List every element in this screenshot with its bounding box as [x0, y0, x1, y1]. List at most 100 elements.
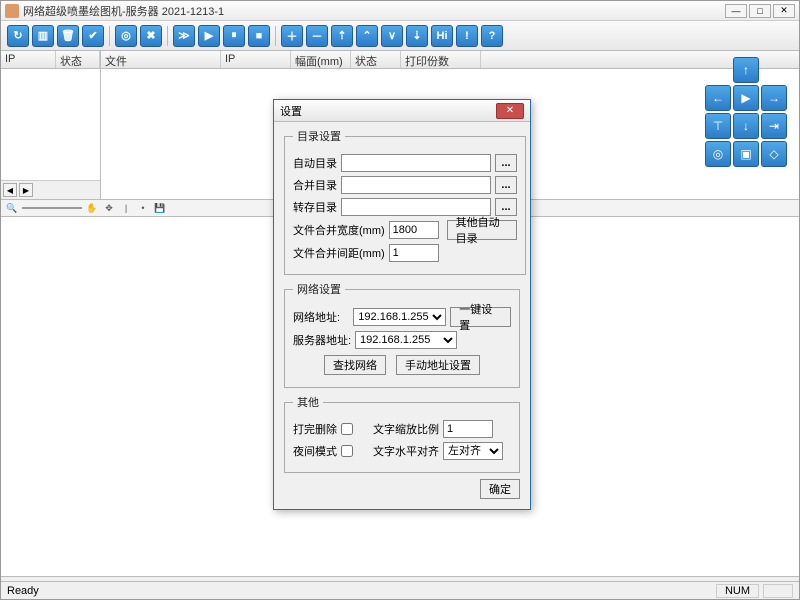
navpad-9[interactable]: ◎: [705, 141, 731, 167]
dot-icon[interactable]: •: [136, 201, 150, 215]
merge-folder-label: 合并目录: [293, 177, 337, 193]
left-mini-buttons: ◀ ▶: [1, 180, 100, 199]
close-button[interactable]: ✕: [773, 4, 795, 18]
manual-addr-button[interactable]: 手动地址设置: [396, 355, 480, 375]
auto-folder-input[interactable]: [341, 154, 491, 172]
status-bar: Ready NUM: [1, 581, 799, 599]
net-addr-label: 网络地址:: [293, 309, 349, 325]
navpad-1[interactable]: ↑: [733, 57, 759, 83]
toolbar-button-2-2[interactable]: ⏸: [223, 25, 245, 47]
night-mode-label: 夜间模式: [293, 443, 337, 459]
col-3[interactable]: 状态: [351, 51, 401, 68]
zoom-slider[interactable]: [22, 207, 82, 209]
other-settings-group: 其他 打完删除 文字缩放比例 夜间模式 文字水平对齐 左对齐: [284, 394, 520, 473]
other-auto-folder-button[interactable]: 其他自动目录: [447, 220, 517, 240]
other-legend: 其他: [293, 394, 323, 410]
dialog-close-button[interactable]: ✕: [496, 103, 524, 119]
toolbar-button-2-0[interactable]: ≫: [173, 25, 195, 47]
col-0[interactable]: 文件: [101, 51, 221, 68]
delete-after-checkbox[interactable]: [341, 423, 353, 435]
text-align-label: 文字水平对齐: [373, 443, 439, 459]
main-toolbar: ↻▥🗑✔ ◎✖ ≫▶⏸■ ＋－⇡⌃∨⇣Hi!?: [1, 21, 799, 51]
merge-gap-input[interactable]: [389, 244, 439, 262]
navigation-pad: ↑←▶→ ⊤↓⇥ ◎▣◇: [705, 57, 789, 167]
toolbar-button-2-1[interactable]: ▶: [198, 25, 220, 47]
right-table-header: 文件IP幅面(mm)状态打印份数: [101, 51, 799, 69]
left-table-body[interactable]: [1, 69, 100, 180]
toolbar-button-3-1[interactable]: －: [306, 25, 328, 47]
toolbar-button-1-0[interactable]: ◎: [115, 25, 137, 47]
zoom-out-icon[interactable]: 🔍: [5, 201, 19, 215]
status-num: NUM: [716, 584, 759, 598]
app-icon: [5, 4, 19, 18]
col-1[interactable]: IP: [221, 51, 291, 68]
minimize-button[interactable]: —: [725, 4, 747, 18]
toolbar-button-3-4[interactable]: ∨: [381, 25, 403, 47]
network-legend: 网络设置: [293, 281, 345, 297]
navpad-11[interactable]: ◇: [761, 141, 787, 167]
col-ip[interactable]: IP: [1, 51, 56, 68]
net-addr-select[interactable]: 192.168.1.255: [353, 308, 446, 326]
toolbar-button-3-5[interactable]: ⇣: [406, 25, 428, 47]
save-icon[interactable]: 💾: [153, 201, 167, 215]
left-panel: IP 状态 ◀ ▶: [1, 51, 101, 199]
text-scale-label: 文字缩放比例: [373, 421, 439, 437]
hand-icon[interactable]: ✋: [85, 201, 99, 215]
status-ready: Ready: [7, 585, 39, 597]
titlebar: 网络超级喷墨绘图机-服务器 2021-1213-1 — □ ✕: [1, 1, 799, 21]
toolbar-button-3-2[interactable]: ⇡: [331, 25, 353, 47]
status-empty: [763, 584, 793, 598]
text-align-select[interactable]: 左对齐: [443, 442, 503, 460]
col-4[interactable]: 打印份数: [401, 51, 481, 68]
find-network-button[interactable]: 查找网络: [324, 355, 386, 375]
merge-folder-browse[interactable]: ...: [495, 176, 517, 194]
mini-right-icon[interactable]: ▶: [19, 183, 33, 197]
navpad-2: [761, 57, 787, 83]
dialog-title: 设置: [280, 103, 496, 119]
toolbar-button-0-1[interactable]: ▥: [32, 25, 54, 47]
sep-icon: |: [119, 201, 133, 215]
toolbar-button-3-7[interactable]: !: [456, 25, 478, 47]
navpad-4[interactable]: ▶: [733, 85, 759, 111]
col-2[interactable]: 幅面(mm): [291, 51, 351, 68]
merge-gap-label: 文件合并间距(mm): [293, 245, 385, 261]
night-mode-checkbox[interactable]: [341, 445, 353, 457]
delete-after-label: 打完删除: [293, 421, 337, 437]
toolbar-button-0-2[interactable]: 🗑: [57, 25, 79, 47]
folder-settings-group: 目录设置 自动目录 ... 合并目录 ... 转存目录 ... 文件合并宽度(m…: [284, 128, 526, 275]
toolbar-button-3-8[interactable]: ?: [481, 25, 503, 47]
toolbar-button-3-0[interactable]: ＋: [281, 25, 303, 47]
navpad-7[interactable]: ↓: [733, 113, 759, 139]
text-scale-input[interactable]: [443, 420, 493, 438]
navpad-10[interactable]: ▣: [733, 141, 759, 167]
dialog-titlebar[interactable]: 设置 ✕: [274, 100, 530, 122]
toolbar-button-3-3[interactable]: ⌃: [356, 25, 378, 47]
navpad-0: [705, 57, 731, 83]
auto-folder-browse[interactable]: ...: [495, 154, 517, 172]
toolbar-button-1-1[interactable]: ✖: [140, 25, 162, 47]
ok-button[interactable]: 确定: [480, 479, 520, 499]
maximize-button[interactable]: □: [749, 4, 771, 18]
navpad-6[interactable]: ⊤: [705, 113, 731, 139]
merge-width-input[interactable]: [389, 221, 439, 239]
navpad-5[interactable]: →: [761, 85, 787, 111]
move-icon[interactable]: ✥: [102, 201, 116, 215]
server-addr-label: 服务器地址:: [293, 332, 351, 348]
col-status[interactable]: 状态: [56, 51, 100, 68]
toolbar-button-0-3[interactable]: ✔: [82, 25, 104, 47]
mini-left-icon[interactable]: ◀: [3, 183, 17, 197]
toolbar-button-3-6[interactable]: Hi: [431, 25, 453, 47]
toolbar-button-0-0[interactable]: ↻: [7, 25, 29, 47]
merge-width-label: 文件合并宽度(mm): [293, 222, 385, 238]
server-addr-select[interactable]: 192.168.1.255: [355, 331, 457, 349]
navpad-8[interactable]: ⇥: [761, 113, 787, 139]
settings-dialog: 设置 ✕ 目录设置 自动目录 ... 合并目录 ... 转存目录 ... 文件合…: [273, 99, 531, 510]
left-table-header: IP 状态: [1, 51, 100, 69]
save-folder-label: 转存目录: [293, 199, 337, 215]
folder-legend: 目录设置: [293, 128, 345, 144]
window-title: 网络超级喷墨绘图机-服务器 2021-1213-1: [23, 3, 725, 19]
toolbar-button-2-3[interactable]: ■: [248, 25, 270, 47]
navpad-3[interactable]: ←: [705, 85, 731, 111]
onekey-button[interactable]: 一键设置: [450, 307, 511, 327]
merge-folder-input[interactable]: [341, 176, 491, 194]
